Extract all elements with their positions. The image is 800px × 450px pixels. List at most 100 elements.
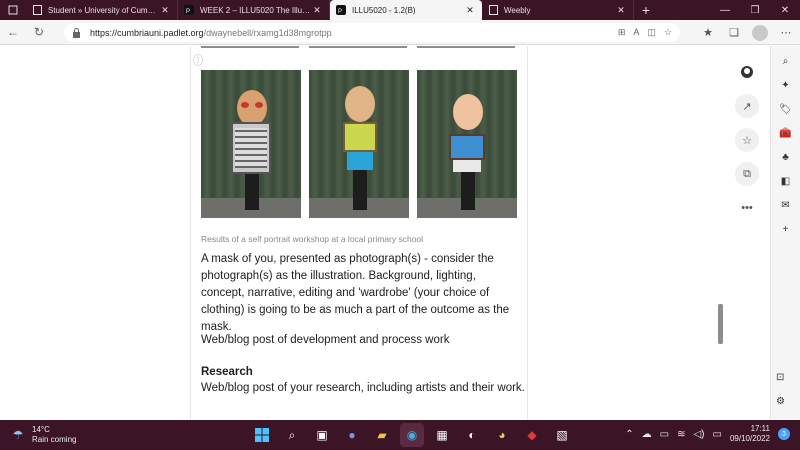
tab-label: WEEK 2 – ILLU5020 The Illustrat — [200, 5, 311, 15]
tab-actions-icon — [8, 5, 18, 15]
mask-photo-1[interactable] — [201, 70, 301, 218]
discover-icon[interactable]: ✦ — [778, 78, 794, 92]
favorite-icon[interactable]: ☆ — [735, 128, 759, 152]
app-available-icon[interactable]: ⊞ — [618, 27, 626, 38]
share-icon[interactable]: ↗ — [735, 94, 759, 118]
url-path: /dwaynebell/rxamg1d38mgrotpp — [203, 27, 332, 38]
close-icon[interactable]: ✕ — [615, 5, 627, 16]
volume-icon[interactable]: ◁) — [693, 429, 704, 440]
page-icon — [488, 5, 498, 15]
page-icon — [32, 5, 42, 15]
weather-widget[interactable]: ☂ 14°C Rain coming — [10, 425, 77, 445]
url-host: https://cumbriauni.padlet.org — [90, 27, 204, 38]
system-tray: ⌃ ☁ ▭ ≋ ◁) ▭ 17:11 09/10/2022 3 — [625, 424, 790, 444]
store-icon[interactable]: ▦ — [430, 423, 454, 447]
app-icon[interactable]: ◐ — [460, 423, 484, 447]
time: 17:11 — [750, 424, 770, 433]
umbrella-icon: ☂ — [12, 428, 24, 442]
post-actions: ↗ ☆ ⧉ ••• — [735, 60, 759, 220]
close-window-button[interactable]: ✕ — [770, 0, 800, 20]
outlook-icon[interactable]: ✉ — [778, 198, 794, 212]
section-heading: Research — [201, 366, 253, 378]
padlet-icon: P — [336, 5, 346, 15]
scrollbar-thumb[interactable] — [718, 304, 723, 344]
tab-label: Weebly — [504, 5, 531, 15]
tab-bar: Student » University of Cumbria ✕ P WEEK… — [0, 0, 800, 20]
teams-chat-icon[interactable]: ● — [340, 423, 364, 447]
mcafee-icon[interactable]: ◆ — [520, 423, 544, 447]
notification-badge[interactable]: 3 — [778, 428, 790, 440]
search-icon[interactable]: ⌕ — [280, 423, 304, 447]
edge-icon[interactable]: ◉ — [400, 423, 424, 447]
minimize-button[interactable]: — — [710, 0, 740, 20]
settings-gear-icon[interactable]: ⚙ — [776, 396, 792, 410]
games-icon[interactable]: ♣ — [778, 150, 794, 164]
expand-icon[interactable]: ⧉ — [735, 162, 759, 186]
favorite-star-icon[interactable]: ☆ — [664, 27, 672, 38]
split-screen-icon[interactable]: ◫ — [647, 27, 656, 38]
photos-icon[interactable]: ▧ — [550, 423, 574, 447]
onedrive-icon[interactable]: ☁ — [642, 429, 652, 440]
maximize-button[interactable]: ❐ — [740, 0, 770, 20]
screenshot-icon[interactable]: ⊡ — [776, 372, 792, 386]
shopping-icon[interactable]: 🏷 — [778, 102, 794, 116]
tab-label: Student » University of Cumbria — [48, 5, 159, 15]
battery-icon[interactable]: ▭ — [713, 429, 722, 440]
padlet-icon: P — [184, 5, 194, 15]
post-paragraph: Web/blog post of development and process… — [201, 334, 450, 346]
read-aloud-icon[interactable]: A — [633, 27, 639, 38]
image-strip — [309, 46, 407, 48]
image-strip — [201, 46, 299, 48]
favorites-icon[interactable]: ★ — [700, 25, 716, 41]
close-icon[interactable]: ✕ — [464, 5, 476, 16]
url-field[interactable]: https://cumbriauni.padlet.org/dwaynebell… — [64, 23, 680, 42]
file-explorer-icon[interactable]: ▰ — [370, 423, 394, 447]
tools-icon[interactable]: 🧰 — [778, 126, 794, 140]
sidebar-bottom: ⊡ ⚙ — [776, 372, 792, 410]
task-view-icon[interactable]: ▣ — [310, 423, 334, 447]
tab-student[interactable]: Student » University of Cumbria ✕ — [26, 0, 178, 20]
address-bar: ← ↻ https://cumbriauni.padlet.org/dwayne… — [0, 20, 800, 45]
tab-weebly[interactable]: Weebly ✕ — [482, 0, 634, 20]
more-options-icon[interactable]: ••• — [735, 196, 759, 220]
lock-icon — [73, 27, 80, 38]
drag-handle-icon[interactable]: ⋮ — [193, 54, 203, 66]
page-content: ⋮ Results of a self portrait workshop at… — [0, 46, 770, 420]
weather-status: Rain coming — [32, 435, 77, 444]
tab-week2[interactable]: P WEEK 2 – ILLU5020 The Illustrat ✕ — [178, 0, 330, 20]
svg-text:P: P — [186, 9, 190, 15]
padlet-post-card: ⋮ Results of a self portrait workshop at… — [190, 46, 528, 420]
wifi-icon[interactable]: ≋ — [677, 429, 685, 440]
image-strip — [417, 46, 515, 48]
image-caption: Results of a self portrait workshop at a… — [201, 234, 424, 244]
reaction-icon[interactable] — [735, 60, 759, 84]
mask-photo-3[interactable] — [417, 70, 517, 218]
new-tab-button[interactable]: + — [634, 0, 658, 20]
add-icon[interactable]: + — [778, 222, 794, 236]
profile-avatar[interactable] — [752, 24, 768, 41]
date: 09/10/2022 — [729, 434, 770, 443]
collections-icon[interactable]: ❏ — [726, 25, 742, 41]
chevron-up-icon[interactable]: ⌃ — [625, 429, 633, 440]
windows-taskbar: ☂ 14°C Rain coming ⌕ ▣ ● ▰ ◉ ▦ ◐ ◕ ◆ ▧ ⌃… — [0, 420, 800, 450]
more-menu-icon[interactable]: ⋯ — [778, 25, 794, 41]
tab-label: ILLU5020 - 1.2(B) — [352, 5, 416, 15]
tab-illu5020[interactable]: P ILLU5020 - 1.2(B) ✕ — [330, 0, 482, 20]
taskbar-apps: ⌕ ▣ ● ▰ ◉ ▦ ◐ ◕ ◆ ▧ — [250, 423, 574, 447]
back-button[interactable]: ← — [0, 20, 26, 45]
start-icon[interactable] — [250, 423, 274, 447]
post-paragraph: Web/blog post of your research, includin… — [201, 382, 525, 394]
close-icon[interactable]: ✕ — [311, 5, 323, 16]
close-icon[interactable]: ✕ — [159, 5, 171, 16]
window-controls: — ❐ ✕ — [710, 0, 800, 20]
chrome-icon[interactable]: ◕ — [490, 423, 514, 447]
refresh-button[interactable]: ↻ — [26, 20, 52, 45]
mask-photo-2[interactable] — [309, 70, 409, 218]
office-icon[interactable]: ◧ — [778, 174, 794, 188]
clock[interactable]: 17:11 09/10/2022 — [730, 424, 770, 444]
language-icon[interactable]: ▭ — [660, 429, 669, 440]
tab-actions-button[interactable] — [0, 0, 26, 20]
search-icon[interactable]: ⌕ — [778, 54, 794, 68]
edge-sidebar: ⌕ ✦ 🏷 🧰 ♣ ◧ ✉ + — [770, 46, 800, 420]
temperature: 14°C — [32, 425, 50, 434]
